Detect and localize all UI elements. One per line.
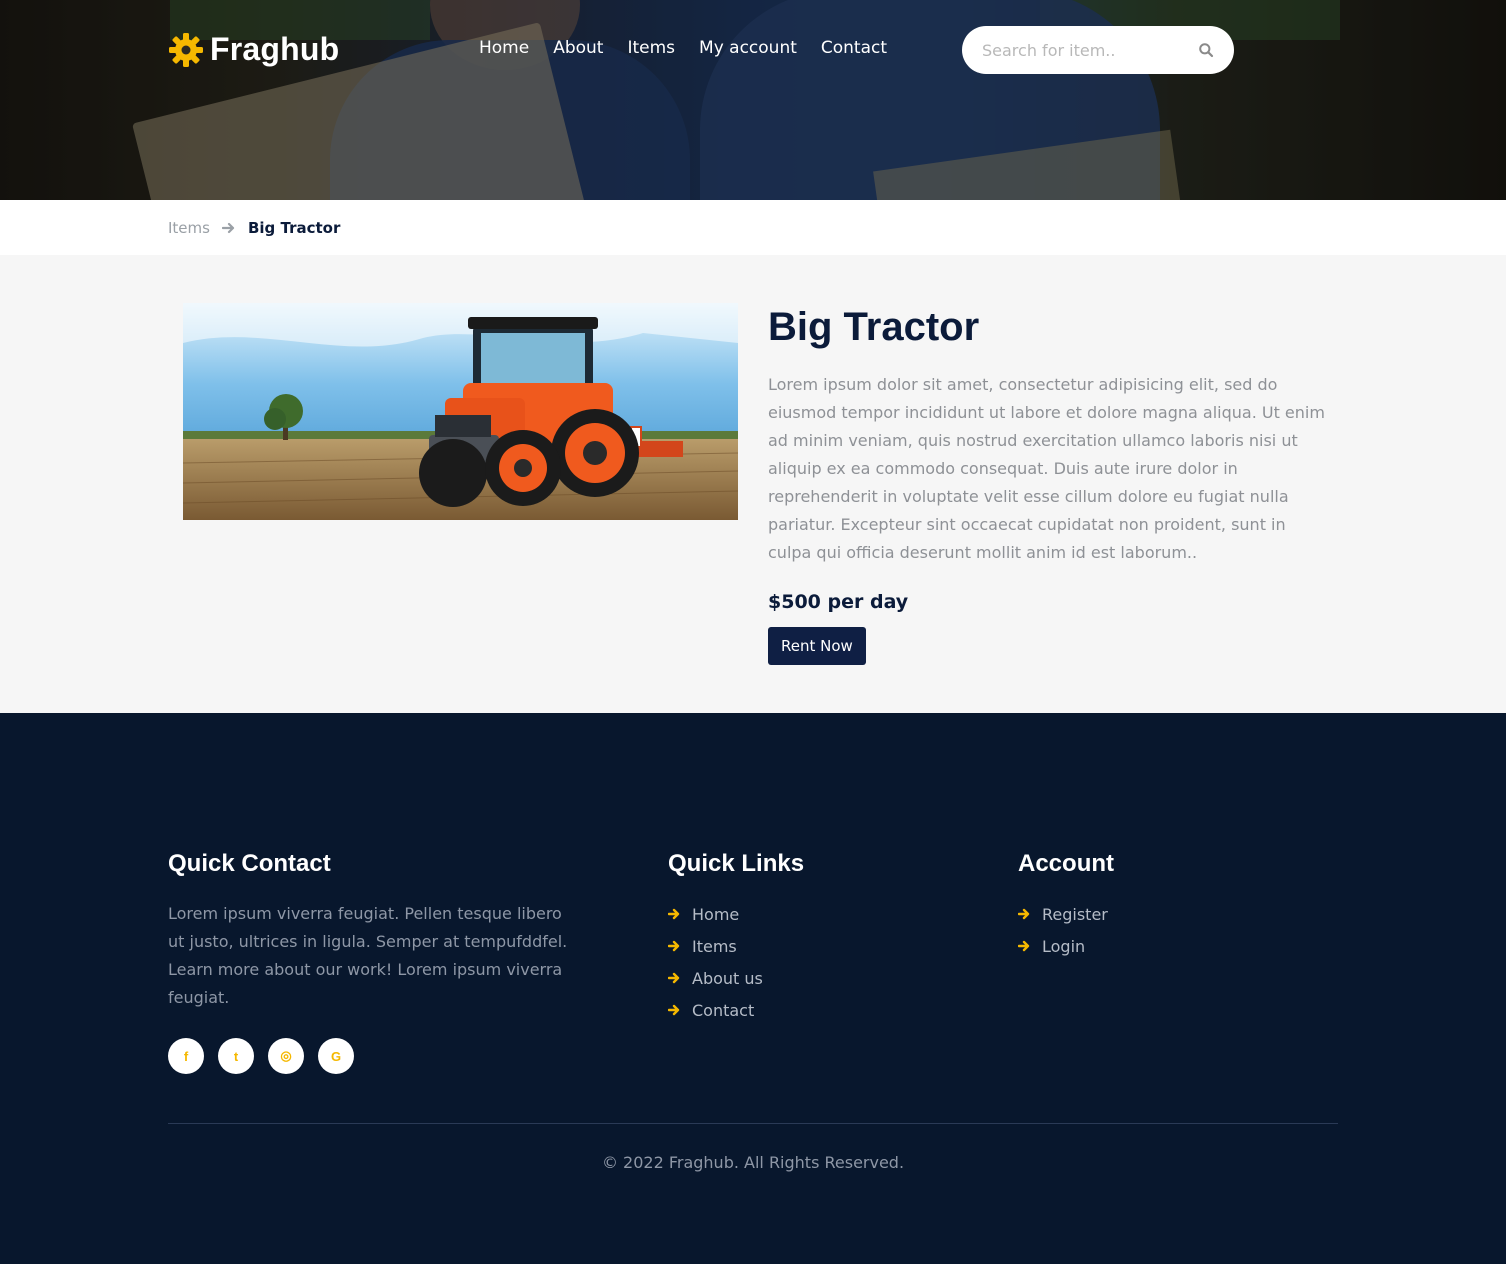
breadcrumb-current: Big Tractor: [247, 218, 341, 237]
footer-contact-text: Lorem ipsum viverra feugiat. Pellen tesq…: [168, 904, 568, 1007]
hero-header: Fraghub Home About Items My account Cont…: [0, 0, 1506, 200]
nav-home[interactable]: Home: [479, 38, 529, 58]
breadcrumb: Items Big Tractor: [0, 200, 1506, 255]
product-title: Big Tractor: [768, 305, 980, 349]
footer-link-label: Register: [1042, 904, 1108, 924]
footer-link-label: Login: [1042, 936, 1086, 956]
footer-quick-contact: Quick Contact Lorem ipsum viverra feugia…: [168, 850, 568, 1074]
copyright-text: © 2022 Fraghub. All Rights Reserved.: [601, 1153, 905, 1172]
footer: Quick Contact Lorem ipsum viverra feugia…: [0, 713, 1506, 1264]
arrow-right-icon: [668, 908, 680, 920]
product-price: $500 per day: [768, 591, 909, 613]
nav-items[interactable]: Items: [627, 38, 675, 58]
product-description: Lorem ipsum dolor sit amet, consectetur …: [768, 375, 1325, 562]
footer-contact-heading: Quick Contact: [168, 850, 331, 877]
gear-icon: [169, 32, 203, 67]
nav-about[interactable]: About: [553, 38, 603, 58]
arrow-right-icon: [668, 1004, 680, 1016]
product-info: Big Tractor Lorem ipsum dolor sit amet, …: [768, 303, 1328, 665]
search-input[interactable]: [982, 40, 1190, 60]
arrow-right-icon: [1018, 940, 1030, 952]
dribbble-icon[interactable]: ◎: [268, 1038, 304, 1074]
footer-account: Account Register Login: [1018, 850, 1114, 962]
nav-my-account[interactable]: My account: [699, 38, 797, 58]
footer-divider: [168, 1123, 1338, 1124]
breadcrumb-items-link[interactable]: Items: [168, 219, 210, 237]
footer-account-heading: Account: [1018, 850, 1114, 877]
brand-logo[interactable]: Fraghub: [168, 31, 339, 68]
arrow-right-icon: [221, 222, 235, 233]
footer-link-contact[interactable]: Contact: [668, 994, 804, 1026]
search-box: [962, 26, 1234, 74]
product-section: Big Tractor Lorem ipsum dolor sit amet, …: [0, 255, 1506, 713]
footer-link-about-us[interactable]: About us: [668, 962, 804, 994]
product-image: [183, 303, 738, 520]
footer-link-label: Home: [692, 904, 740, 924]
arrow-right-icon: [668, 940, 680, 952]
footer-link-login[interactable]: Login: [1018, 930, 1114, 962]
facebook-icon[interactable]: f: [168, 1038, 204, 1074]
search-icon[interactable]: [1198, 42, 1214, 58]
footer-links-heading: Quick Links: [668, 850, 805, 877]
footer-link-home[interactable]: Home: [668, 898, 804, 930]
tractor-image: [183, 303, 738, 520]
arrow-right-icon: [1018, 908, 1030, 920]
footer-link-items[interactable]: Items: [668, 930, 804, 962]
social-links: f t ◎ G: [168, 1038, 568, 1074]
footer-link-register[interactable]: Register: [1018, 898, 1114, 930]
footer-link-label: Contact: [692, 1000, 755, 1020]
arrow-right-icon: [668, 972, 680, 984]
brand-name: Fraghub: [210, 31, 340, 67]
main-menu: Home About Items My account Contact: [479, 38, 887, 58]
quick-links-list: Home Items About us Contact: [668, 898, 804, 1026]
footer-link-label: About us: [692, 968, 763, 988]
rent-now-button[interactable]: Rent Now: [768, 627, 866, 665]
twitter-icon[interactable]: t: [218, 1038, 254, 1074]
nav-contact[interactable]: Contact: [821, 38, 887, 58]
top-nav: Fraghub Home About Items My account Cont…: [0, 0, 1506, 100]
account-links-list: Register Login: [1018, 898, 1114, 962]
footer-quick-links: Quick Links Home Items About us Contact: [668, 850, 804, 1026]
footer-link-label: Items: [692, 936, 737, 956]
google-icon[interactable]: G: [318, 1038, 354, 1074]
